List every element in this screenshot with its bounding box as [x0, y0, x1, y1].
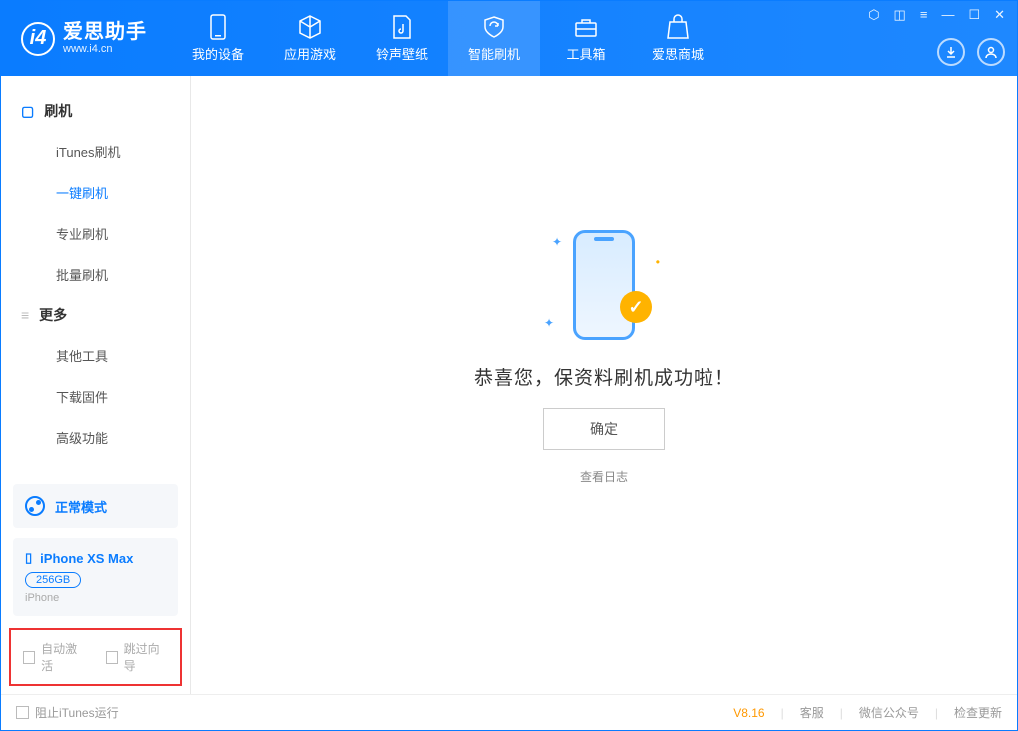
logo-subtitle: www.i4.cn — [63, 43, 147, 55]
toolbox-icon — [573, 14, 599, 40]
nav-my-device[interactable]: 我的设备 — [172, 1, 264, 76]
support-link[interactable]: 客服 — [800, 704, 824, 721]
device-capacity: 256GB — [25, 572, 81, 588]
top-nav: 我的设备 应用游戏 铃声壁纸 智能刷机 工具箱 爱思商城 — [172, 1, 724, 76]
phone-illustration-icon — [573, 230, 635, 340]
sidebar-group-more: ≡ 更多 — [1, 295, 190, 335]
success-illustration: ✦ • ✦ ✓ — [544, 225, 664, 345]
separator: | — [840, 706, 843, 720]
checkbox-icon — [23, 651, 35, 664]
auto-activate-checkbox[interactable]: 自动激活 — [23, 640, 86, 674]
device-icon: ▢ — [21, 103, 34, 120]
sparkle-icon: • — [656, 255, 660, 269]
bag-icon — [665, 14, 691, 40]
group-label: 刷机 — [44, 101, 72, 121]
menu-icon[interactable]: ≡ — [920, 7, 928, 23]
nav-label: 爱思商城 — [652, 44, 704, 63]
lock-icon[interactable]: ◫ — [894, 7, 906, 23]
nav-flash[interactable]: 智能刷机 — [448, 1, 540, 76]
sparkle-icon: ✦ — [544, 316, 554, 330]
sidebar-group-flash: ▢ 刷机 — [1, 91, 190, 131]
window-controls: ⬡ ◫ ≡ — ☐ ✕ — [868, 7, 1005, 23]
download-button[interactable] — [937, 38, 965, 66]
logo[interactable]: i4 爱思助手 www.i4.cn — [21, 21, 147, 55]
device-card[interactable]: ▯ iPhone XS Max 256GB iPhone — [13, 538, 178, 616]
user-button[interactable] — [977, 38, 1005, 66]
sidebar-item-pro-flash[interactable]: 专业刷机 — [1, 213, 190, 254]
nav-apps[interactable]: 应用游戏 — [264, 1, 356, 76]
close-button[interactable]: ✕ — [994, 7, 1005, 23]
header: i4 爱思助手 www.i4.cn 我的设备 应用游戏 铃声壁纸 智能刷机 工具… — [1, 1, 1017, 76]
success-message: 恭喜您，保资料刷机成功啦！ — [474, 363, 734, 390]
check-update-link[interactable]: 检查更新 — [954, 704, 1002, 721]
music-file-icon — [389, 14, 415, 40]
phone-icon — [205, 14, 231, 40]
logo-title: 爱思助手 — [63, 21, 147, 43]
options-row: 自动激活 跳过向导 — [9, 628, 182, 686]
skip-guide-checkbox[interactable]: 跳过向导 — [106, 640, 169, 674]
sidebar-item-oneclick-flash[interactable]: 一键刷机 — [1, 172, 190, 213]
nav-label: 铃声壁纸 — [376, 44, 428, 63]
footer: 阻止iTunes运行 V8.16 | 客服 | 微信公众号 | 检查更新 — [1, 694, 1017, 730]
sparkle-icon: ✦ — [552, 235, 562, 249]
maximize-button[interactable]: ☐ — [968, 7, 980, 23]
nav-toolbox[interactable]: 工具箱 — [540, 1, 632, 76]
version-label: V8.16 — [733, 706, 764, 720]
main-content: ✦ • ✦ ✓ 恭喜您，保资料刷机成功啦！ 确定 查看日志 — [191, 76, 1017, 694]
device-name: iPhone XS Max — [40, 551, 133, 566]
minimize-button[interactable]: — — [941, 7, 954, 23]
list-icon: ≡ — [21, 307, 29, 323]
separator: | — [781, 706, 784, 720]
check-badge-icon: ✓ — [620, 291, 652, 323]
mode-label: 正常模式 — [55, 497, 107, 516]
shirt-icon[interactable]: ⬡ — [868, 7, 879, 23]
cube-icon — [297, 14, 323, 40]
view-log-link[interactable]: 查看日志 — [580, 468, 628, 485]
checkbox-label: 自动激活 — [41, 640, 85, 674]
checkbox-icon — [16, 706, 29, 719]
ok-button[interactable]: 确定 — [543, 408, 665, 450]
separator: | — [935, 706, 938, 720]
logo-icon: i4 — [21, 22, 55, 56]
sidebar: ▢ 刷机 iTunes刷机 一键刷机 专业刷机 批量刷机 ≡ 更多 其他工具 下… — [1, 76, 191, 694]
nav-label: 工具箱 — [566, 44, 605, 63]
sidebar-item-other-tools[interactable]: 其他工具 — [1, 335, 190, 376]
nav-label: 应用游戏 — [284, 44, 336, 63]
checkbox-label: 阻止iTunes运行 — [35, 704, 119, 721]
nav-label: 我的设备 — [192, 44, 244, 63]
sidebar-item-batch-flash[interactable]: 批量刷机 — [1, 254, 190, 295]
phone-small-icon: ▯ — [25, 550, 32, 566]
refresh-shield-icon — [481, 14, 507, 40]
wechat-link[interactable]: 微信公众号 — [859, 704, 919, 721]
sidebar-item-download-fw[interactable]: 下载固件 — [1, 376, 190, 417]
nav-ringtones[interactable]: 铃声壁纸 — [356, 1, 448, 76]
mode-indicator[interactable]: 正常模式 — [13, 484, 178, 528]
device-type: iPhone — [25, 592, 166, 604]
sidebar-item-itunes-flash[interactable]: iTunes刷机 — [1, 131, 190, 172]
nav-store[interactable]: 爱思商城 — [632, 1, 724, 76]
checkbox-icon — [106, 651, 118, 664]
sidebar-item-advanced[interactable]: 高级功能 — [1, 417, 190, 458]
block-itunes-checkbox[interactable]: 阻止iTunes运行 — [16, 704, 119, 721]
mode-icon — [25, 496, 45, 516]
checkbox-label: 跳过向导 — [124, 640, 168, 674]
nav-label: 智能刷机 — [468, 44, 520, 63]
group-label: 更多 — [39, 305, 67, 325]
